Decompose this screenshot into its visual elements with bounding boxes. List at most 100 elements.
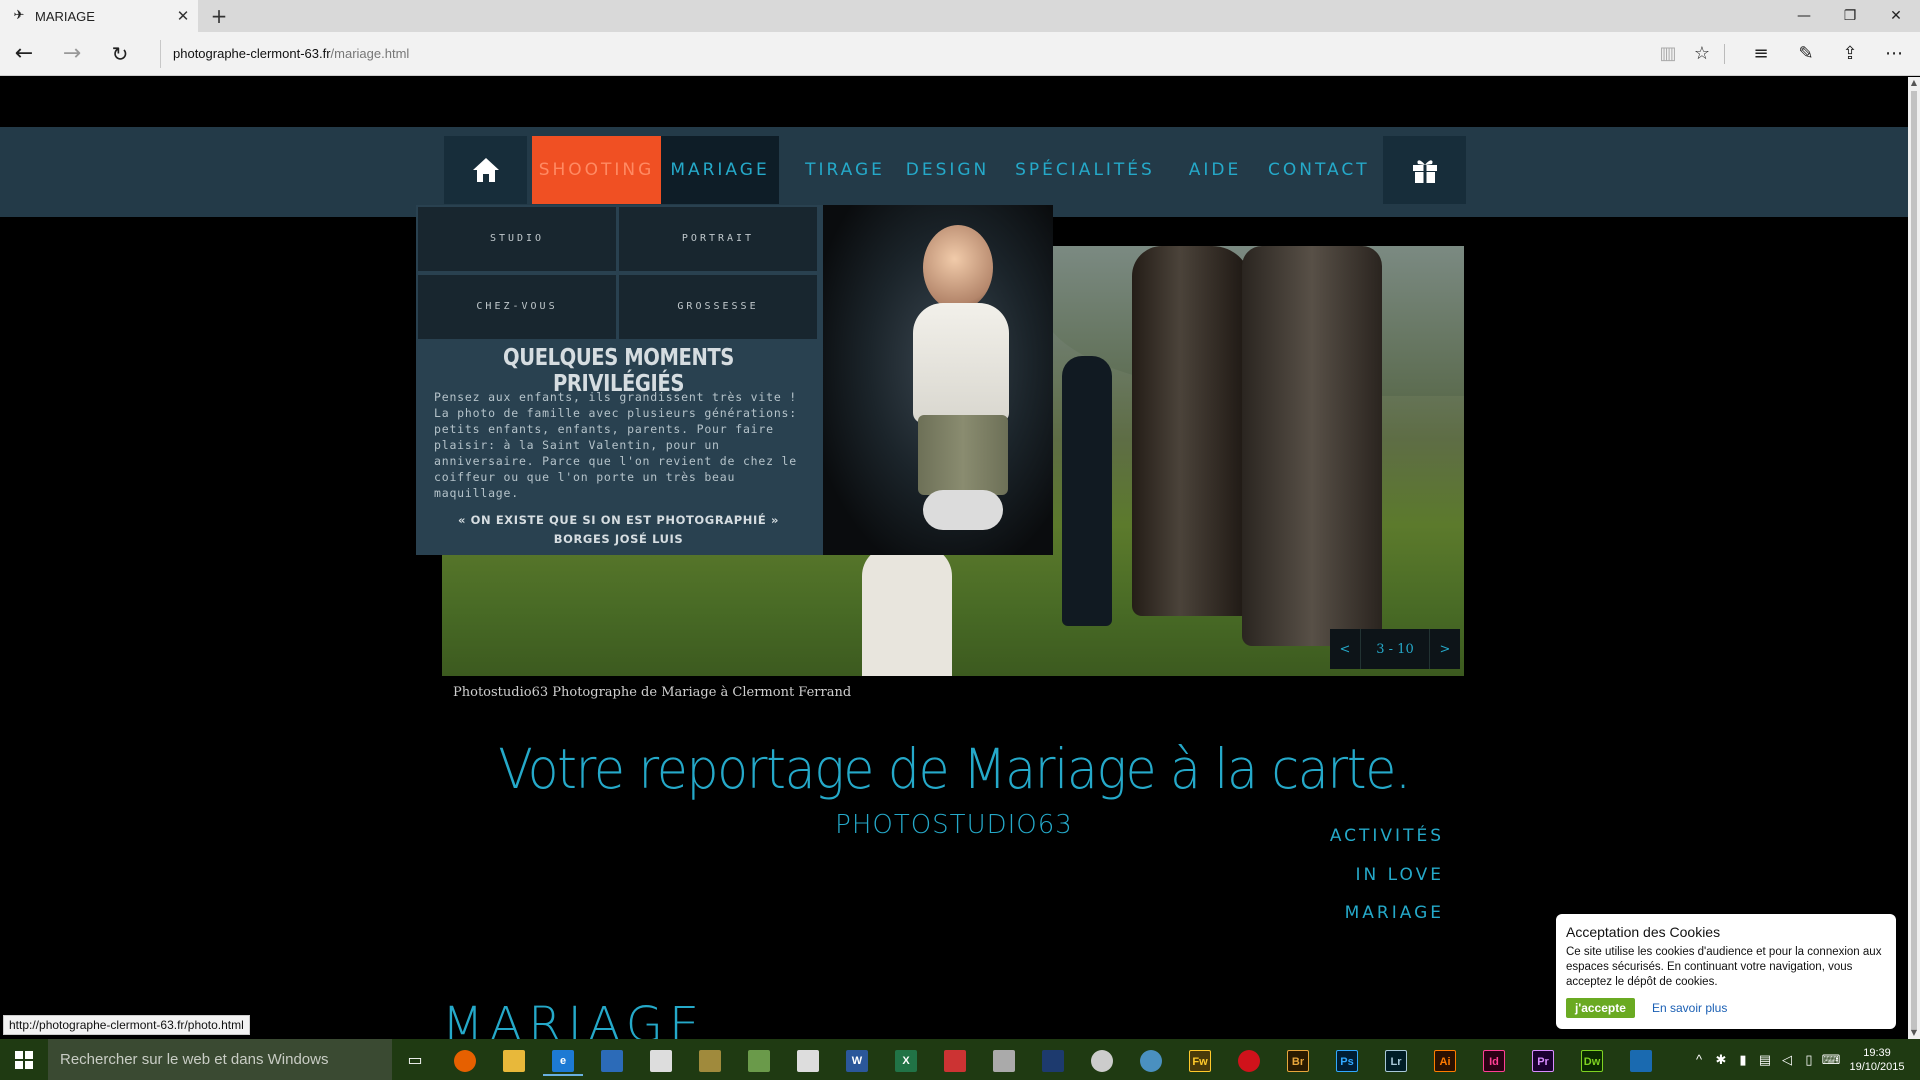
reading-view-icon[interactable]: ▥ xyxy=(1652,38,1684,70)
task-view-icon[interactable]: ▭ xyxy=(395,1043,435,1076)
more-actions-icon[interactable]: ⋯ xyxy=(1878,38,1910,70)
store-icon[interactable] xyxy=(641,1043,681,1076)
calculator-icon[interactable] xyxy=(788,1043,828,1076)
app-icon[interactable] xyxy=(1082,1043,1122,1076)
new-tab-button[interactable]: + xyxy=(206,4,232,28)
network-icon[interactable]: ▤ xyxy=(1754,1052,1776,1068)
gift-icon xyxy=(1412,160,1437,183)
keyboard-icon[interactable]: ⌨ xyxy=(1820,1052,1842,1068)
submenu-portrait[interactable]: PORTRAIT xyxy=(619,207,817,271)
premiere-icon[interactable]: Pr xyxy=(1523,1043,1563,1076)
illustrator-icon[interactable]: Ai xyxy=(1425,1043,1465,1076)
forward-arrow-icon[interactable]: → xyxy=(56,38,88,70)
bridge-icon[interactable]: Br xyxy=(1278,1043,1318,1076)
page-scrollbar[interactable]: ▲ ▼ xyxy=(1908,77,1920,1039)
quote-author: BORGES JOSÉ LUIS xyxy=(553,532,684,546)
address-bar: ← → ↻ photographe-clermont-63.fr/mariage… xyxy=(0,32,1920,76)
url-host: photographe-clermont-63.fr xyxy=(173,46,331,61)
browser-tab[interactable]: ✈ MARIAGE ✕ xyxy=(0,0,198,32)
tree-trunk xyxy=(1132,246,1252,616)
indesign-icon[interactable]: Id xyxy=(1474,1043,1514,1076)
dropdown-quote: « ON EXISTE QUE SI ON EST PHOTOGRAPHIÉ » xyxy=(457,513,780,527)
notification-icon[interactable]: ▯ xyxy=(1798,1052,1820,1068)
app-icon[interactable] xyxy=(1033,1043,1073,1076)
hub-icon[interactable]: ≡ xyxy=(1745,38,1777,70)
refresh-icon[interactable]: ↻ xyxy=(104,38,136,70)
app-icon[interactable] xyxy=(739,1043,779,1076)
toolbar-divider xyxy=(1724,44,1725,64)
scroll-down-icon[interactable]: ▼ xyxy=(1908,1027,1920,1039)
app-icon[interactable] xyxy=(1621,1043,1661,1076)
battery-icon[interactable]: ▮ xyxy=(1732,1052,1754,1068)
edge-browser-icon[interactable]: e xyxy=(543,1043,583,1076)
side-link-in-love[interactable]: IN LOVE xyxy=(1356,865,1444,885)
mail-icon[interactable] xyxy=(592,1043,632,1076)
fireworks-icon[interactable]: Fw xyxy=(1180,1043,1220,1076)
photoshop-icon[interactable]: Ps xyxy=(1327,1043,1367,1076)
nav-shooting[interactable]: SHOOTING xyxy=(532,136,661,204)
clock[interactable]: 19:39 19/10/2015 xyxy=(1842,1046,1912,1074)
slider-prev-button[interactable]: < xyxy=(1330,642,1360,657)
favorite-star-icon[interactable]: ☆ xyxy=(1686,38,1718,70)
slide-caption: Photostudio63 Photographe de Mariage à C… xyxy=(453,685,852,700)
clock-time: 19:39 xyxy=(1863,1046,1891,1059)
web-note-icon[interactable]: ✎ xyxy=(1790,38,1822,70)
url-path: /mariage.html xyxy=(330,46,410,61)
nav-tirage[interactable]: TIRAGE xyxy=(795,136,895,204)
scroll-up-icon[interactable]: ▲ xyxy=(1908,77,1920,89)
system-tray: ^ ✱ ▮ ▤ ◁ ▯ ⌨ 19:39 19/10/2015 xyxy=(1688,1039,1920,1080)
nav-home-button[interactable] xyxy=(444,136,527,204)
cookie-text: Ce site utilise les cookies d'audience e… xyxy=(1566,946,1882,988)
home-icon xyxy=(472,158,499,182)
nav-design[interactable]: DESIGN xyxy=(905,136,990,204)
tab-close-icon[interactable]: ✕ xyxy=(168,7,198,25)
nav-gift-button[interactable] xyxy=(1383,136,1466,204)
file-explorer-icon[interactable] xyxy=(494,1043,534,1076)
start-button[interactable] xyxy=(0,1039,48,1080)
volume-muted-icon[interactable]: ◁ xyxy=(1776,1052,1798,1068)
restore-button[interactable]: ❐ xyxy=(1827,0,1873,32)
link-status-bar: http://photographe-clermont-63.fr/photo.… xyxy=(3,1015,250,1035)
scrollbar-thumb[interactable] xyxy=(1911,91,1917,1031)
side-link-mariage[interactable]: MARIAGE xyxy=(1345,903,1444,923)
bluetooth-icon[interactable]: ✱ xyxy=(1710,1052,1732,1068)
app-icon[interactable] xyxy=(935,1043,975,1076)
cookie-accept-button[interactable]: j'accepte xyxy=(1566,998,1635,1018)
camera-icon[interactable] xyxy=(984,1043,1024,1076)
app-icon[interactable] xyxy=(1131,1043,1171,1076)
creative-cloud-icon[interactable] xyxy=(1229,1043,1269,1076)
submenu-grossesse[interactable]: GROSSESSE xyxy=(619,275,817,339)
submenu-chez-vous[interactable]: CHEZ-VOUS xyxy=(418,275,616,339)
app-icon[interactable] xyxy=(690,1043,730,1076)
nav-mariage[interactable]: MARIAGE xyxy=(661,136,779,204)
tab-title: MARIAGE xyxy=(35,8,95,24)
url-field[interactable]: photographe-clermont-63.fr/mariage.html xyxy=(160,40,1640,68)
clock-date: 19/10/2015 xyxy=(1849,1060,1905,1073)
child-feet xyxy=(923,490,1003,530)
lightroom-icon[interactable]: Lr xyxy=(1376,1043,1416,1076)
excel-icon[interactable]: X xyxy=(886,1043,926,1076)
word-icon[interactable]: W xyxy=(837,1043,877,1076)
submenu-studio[interactable]: STUDIO xyxy=(418,207,616,271)
window-close-button[interactable]: ✕ xyxy=(1873,0,1919,32)
nav-contact[interactable]: CONTACT xyxy=(1268,136,1368,204)
child-body xyxy=(913,303,1009,423)
page-headline: Votre reportage de Mariage à la carte. xyxy=(498,737,1411,801)
nav-aide[interactable]: AIDE xyxy=(1180,136,1250,204)
side-link-activites[interactable]: ACTIVITÉS xyxy=(1330,826,1444,846)
tree-trunk xyxy=(1242,246,1382,646)
back-arrow-icon[interactable]: ← xyxy=(8,38,40,70)
firefox-icon[interactable] xyxy=(445,1043,485,1076)
section-title: MARIAGE xyxy=(442,997,706,1039)
dropdown-quote-block: « ON EXISTE QUE SI ON EST PHOTOGRAPHIÉ »… xyxy=(416,511,821,549)
slider-next-button[interactable]: > xyxy=(1430,642,1460,657)
child-legs xyxy=(918,415,1008,495)
cookie-notice: Acceptation des Cookies Ce site utilise … xyxy=(1556,914,1896,1029)
nav-specialites[interactable]: SPÉCIALITÉS xyxy=(1015,136,1155,204)
dreamweaver-icon[interactable]: Dw xyxy=(1572,1043,1612,1076)
minimize-button[interactable]: — xyxy=(1781,0,1827,32)
show-hidden-icons-icon[interactable]: ^ xyxy=(1688,1052,1710,1067)
cookie-more-link[interactable]: En savoir plus xyxy=(1652,1001,1727,1015)
taskbar-search-input[interactable]: Rechercher sur le web et dans Windows xyxy=(48,1039,392,1080)
share-icon[interactable]: ⇪ xyxy=(1834,38,1866,70)
